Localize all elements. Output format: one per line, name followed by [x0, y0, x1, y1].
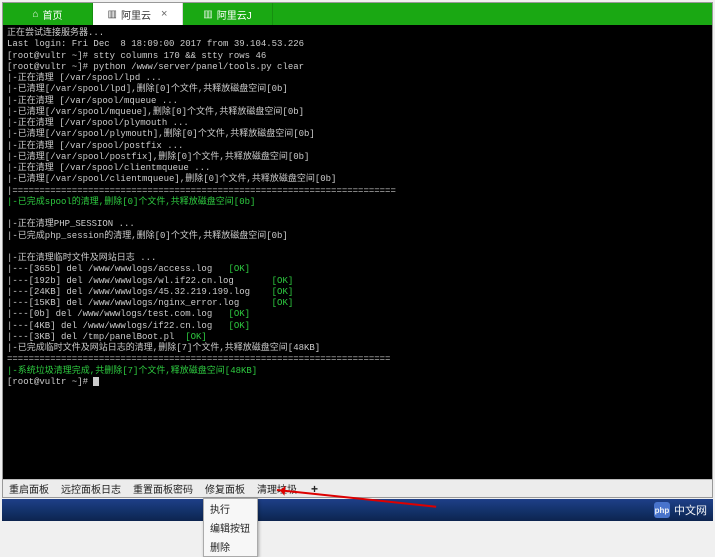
- toolbar-remote-log[interactable]: 远控面板日志: [55, 481, 127, 496]
- toolbar-repair-panel[interactable]: 修复面板: [199, 481, 251, 496]
- menu-item-edit[interactable]: 编辑按钮: [204, 518, 257, 537]
- watermark: php 中文网: [654, 502, 707, 518]
- footer-region: 执行 编辑按钮 删除 php 中文网: [2, 499, 713, 521]
- tab-home[interactable]: ⌂ 首页: [3, 3, 93, 25]
- tabs-bar: ⌂ 首页 ▥ 阿里云 × ▥ 阿里云J: [3, 3, 712, 25]
- toolbar-reset-pass[interactable]: 重置面板密码: [127, 481, 199, 496]
- home-icon: ⌂: [32, 9, 38, 20]
- php-logo-icon: php: [654, 502, 670, 518]
- tab-label: 阿里云: [121, 7, 151, 22]
- footer-bar: [2, 499, 713, 521]
- tab-aliyun-2[interactable]: ▥ 阿里云J: [183, 3, 273, 25]
- menu-item-delete[interactable]: 删除: [204, 537, 257, 556]
- toolbar-restart-panel[interactable]: 重启面板: [3, 481, 55, 496]
- tab-label: 阿里云J: [217, 7, 252, 22]
- watermark-text: 中文网: [674, 502, 707, 518]
- tab-label: 首页: [43, 7, 63, 22]
- terminal-icon: ▥: [203, 9, 212, 20]
- tab-aliyun-1[interactable]: ▥ 阿里云 ×: [93, 3, 183, 25]
- bottom-toolbar: 重启面板 远控面板日志 重置面板密码 修复面板 清理垃圾 +: [3, 479, 712, 497]
- menu-item-run[interactable]: 执行: [204, 499, 257, 518]
- main-panel: ⌂ 首页 ▥ 阿里云 × ▥ 阿里云J 正在尝试连接服务器... Last lo…: [2, 2, 713, 498]
- close-icon[interactable]: ×: [161, 8, 167, 20]
- context-menu: 执行 编辑按钮 删除: [203, 498, 258, 557]
- terminal-output[interactable]: 正在尝试连接服务器... Last login: Fri Dec 8 18:09…: [3, 25, 712, 479]
- terminal-icon: ▥: [108, 9, 117, 20]
